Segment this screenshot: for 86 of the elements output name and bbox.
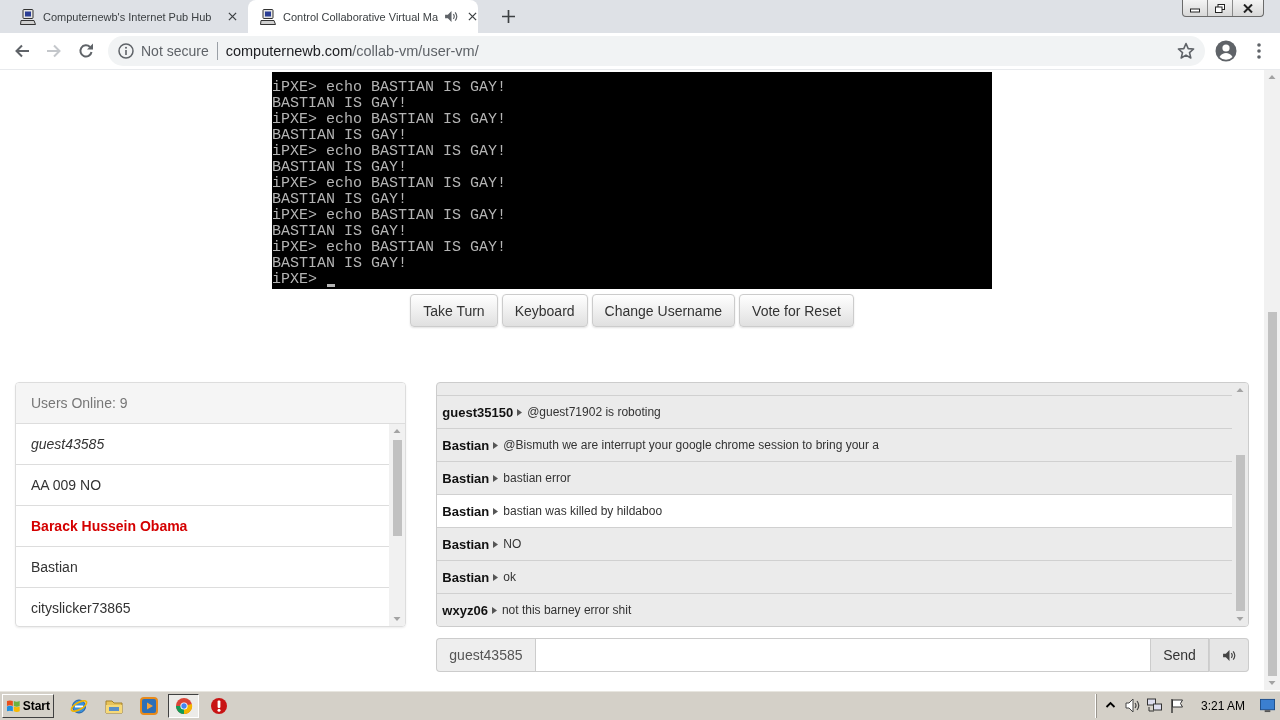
back-arrow-icon xyxy=(14,43,30,59)
start-button[interactable]: Start xyxy=(2,693,54,718)
round-logo-icon xyxy=(174,696,193,715)
chat-username: wxyz06 xyxy=(442,602,488,618)
chat-message-text: ok xyxy=(503,570,516,584)
cursor-icon xyxy=(327,284,335,287)
chat-username: Bastian xyxy=(442,569,490,585)
security-indicator[interactable]: Not secure xyxy=(118,43,209,59)
restore-icon xyxy=(1215,3,1225,13)
caret-right-icon xyxy=(493,573,499,581)
computer-icon xyxy=(20,8,36,25)
chat-message-text: NO xyxy=(503,537,522,551)
vote-reset-button[interactable]: Vote for Reset xyxy=(739,294,854,327)
browser-tab[interactable]: Control Collaborative Virtual Ma xyxy=(248,0,478,33)
speaker-icon[interactable] xyxy=(1124,698,1140,713)
computer-icon xyxy=(260,8,276,25)
terminal-line: iPXE> echo BASTIAN IS GAY! xyxy=(272,144,507,160)
user-list-item[interactable]: AA 009 NO xyxy=(16,465,390,506)
chat-username: guest35150 xyxy=(442,404,514,420)
reload-icon xyxy=(78,43,94,59)
close-icon[interactable] xyxy=(228,12,237,21)
user-list-item[interactable]: Barack Hussein Obama xyxy=(16,506,390,547)
show-desktop-icon[interactable] xyxy=(1260,698,1275,713)
terminal-line: iPXE> echo BASTIAN IS GAY! xyxy=(272,176,507,192)
sound-button[interactable] xyxy=(1209,638,1249,672)
terminal-line: BASTIAN IS GAY! xyxy=(272,96,408,112)
clock-time[interactable]: 3:21 AM xyxy=(1200,698,1245,713)
terminal-line: iPXE> echo BASTIAN IS GAY! xyxy=(272,208,507,224)
network-icon[interactable] xyxy=(1146,698,1162,713)
menu-icon[interactable] xyxy=(1257,43,1261,59)
url-text: computernewb.com/collab-vm/user-vm/ xyxy=(225,43,479,59)
terminal-prompt: iPXE> xyxy=(272,272,317,288)
take-turn-button[interactable]: Take Turn xyxy=(410,294,498,327)
address-bar[interactable]: Not secure computernewb.com/collab-vm/user-vm/ xyxy=(108,36,1205,66)
forward-arrow-icon xyxy=(46,43,62,59)
chat-username: Bastian xyxy=(442,470,490,486)
caret-right-icon xyxy=(493,441,499,449)
taskbar-app-button[interactable] xyxy=(168,693,199,718)
chat-username: Bastian xyxy=(442,503,490,519)
terminal-line: BASTIAN IS GAY! xyxy=(272,160,408,176)
scrollbar[interactable] xyxy=(389,424,406,626)
send-button[interactable]: Send xyxy=(1151,638,1209,672)
terminal-line: BASTIAN IS GAY! xyxy=(272,224,408,240)
media-player-icon xyxy=(139,696,158,715)
chat-input[interactable] xyxy=(534,638,1151,672)
alert-icon xyxy=(209,696,228,715)
user-list-item[interactable]: guest43585 xyxy=(16,424,390,465)
terminal-line: BASTIAN IS GAY! xyxy=(272,256,408,272)
chat-username: Bastian xyxy=(442,536,490,552)
chat-message-text: bastian error xyxy=(503,471,571,485)
caret-right-icon xyxy=(493,540,499,548)
new-tab-plus-icon[interactable] xyxy=(502,10,515,23)
terminal-line: BASTIAN IS GAY! xyxy=(272,128,408,144)
speaker-icon xyxy=(1222,649,1236,661)
terminal-line: iPXE> echo BASTIAN IS GAY! xyxy=(272,240,507,256)
terminal-line: BASTIAN IS GAY! xyxy=(272,192,408,208)
close-icon xyxy=(1243,3,1253,13)
terminal-line: iPXE> echo BASTIAN IS GAY! xyxy=(272,112,507,128)
chat-message-text: not this barney error shit xyxy=(501,603,632,617)
caret-right-icon xyxy=(517,408,523,416)
close-icon[interactable] xyxy=(468,12,478,21)
scrollbar-thumb[interactable] xyxy=(392,440,402,536)
chat-username: Bastian xyxy=(442,437,490,453)
flag-logo-icon xyxy=(6,698,21,713)
username-label: guest43585 xyxy=(436,638,535,672)
user-list-item[interactable]: Bastian xyxy=(16,547,390,588)
change-username-button[interactable]: Change Username xyxy=(591,294,736,327)
terminal-line: iPXE> echo BASTIAN IS GAY! xyxy=(272,80,507,96)
scrollbar-thumb[interactable] xyxy=(1235,455,1245,611)
chat-message-text: @guest71902 is roboting xyxy=(527,405,661,419)
bookmark-star-icon[interactable] xyxy=(1177,42,1195,60)
caret-right-icon xyxy=(493,507,499,515)
keyboard-button[interactable]: Keyboard xyxy=(501,294,588,327)
info-icon xyxy=(118,43,134,59)
profile-icon[interactable] xyxy=(1215,40,1237,62)
chat-message-text: bastian was killed by hildaboo xyxy=(503,504,663,518)
flag-icon[interactable] xyxy=(1168,698,1184,713)
browser-tab[interactable]: Computernewb's Internet Pub Hub xyxy=(8,0,246,33)
globe-ring-icon xyxy=(69,696,88,715)
scrollbar[interactable] xyxy=(1264,70,1280,690)
scrollbar-thumb[interactable] xyxy=(1267,312,1277,676)
users-panel-header: Users Online: 9 xyxy=(16,383,406,424)
vm-screen[interactable] xyxy=(272,72,992,289)
caret-right-icon xyxy=(491,606,497,614)
chat-message-text: @Bismuth we are interrupt your google chrome session to bring your a xyxy=(503,438,879,452)
caret-right-icon xyxy=(493,474,499,482)
